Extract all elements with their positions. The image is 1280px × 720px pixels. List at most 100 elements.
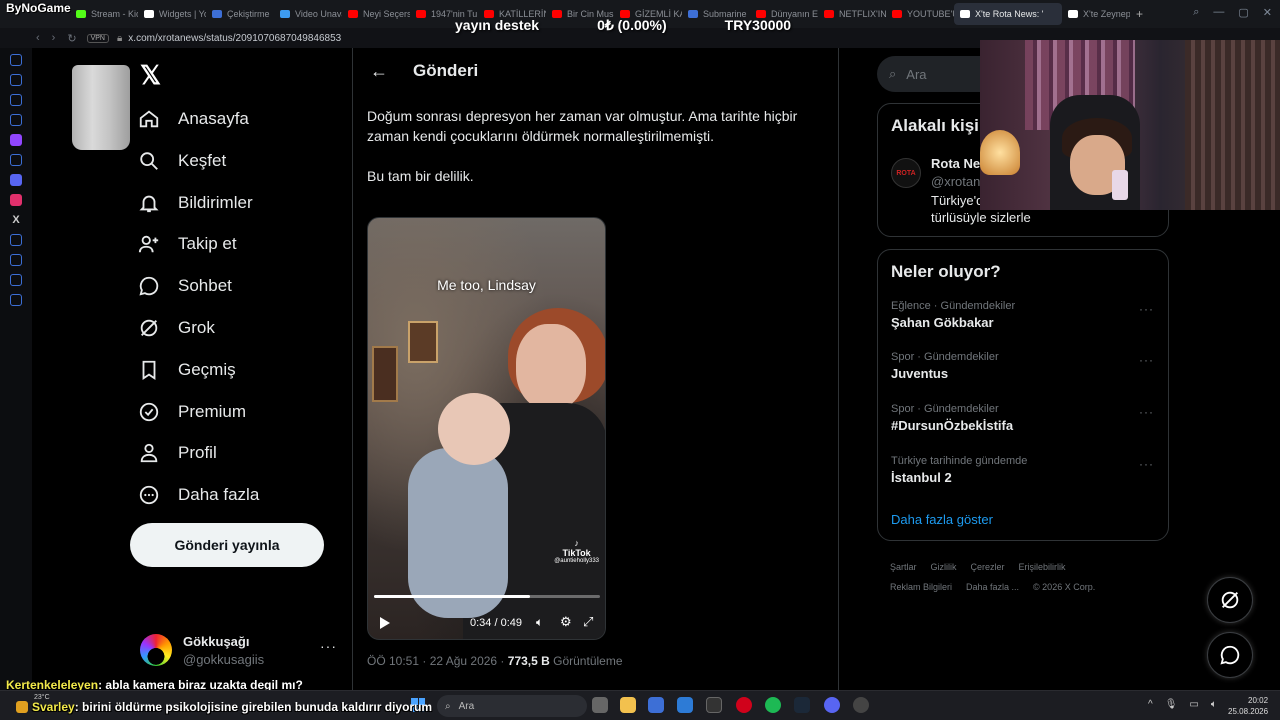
vpn-badge[interactable]: VPN (86, 33, 109, 43)
trend-item[interactable]: Eğlence · Gündemdekiler Şahan Gökbakar ··· (891, 300, 1156, 340)
account-switcher[interactable]: Gökkuşağı @gokkusagiis ··· (140, 632, 340, 672)
mail-icon[interactable] (677, 697, 693, 713)
more-options-icon[interactable]: ··· (1139, 353, 1154, 367)
video-player[interactable]: Me too, Lindsay ♪ TikTok @auntieholly333… (367, 217, 606, 640)
taskbar-clock[interactable]: 20:02 25.08.2026 (1228, 695, 1268, 717)
new-tab-button[interactable]: + (1136, 7, 1143, 21)
history-icon[interactable] (10, 54, 22, 66)
maximize-icon[interactable]: ▢ (1238, 6, 1248, 19)
forward-icon[interactable]: › (52, 32, 56, 45)
settings-gear-icon[interactable]: ⚙ (560, 614, 572, 630)
more-options-icon[interactable]: ··· (1139, 405, 1154, 419)
settings-icon[interactable] (10, 294, 22, 306)
chat-icon[interactable] (10, 274, 22, 286)
volume-icon[interactable]: 🔈︎ (536, 615, 543, 630)
browser-tab[interactable]: Widgets | Yo (138, 3, 206, 25)
reload-icon[interactable]: ↻ (67, 32, 76, 45)
trend-item[interactable]: Spor · Gündemdekiler Juventus ··· (891, 351, 1156, 391)
x-logo-icon[interactable]: 𝕏 (140, 60, 161, 91)
player-icon[interactable] (10, 234, 22, 246)
pinned-app-icon[interactable] (10, 154, 22, 166)
browser-tab[interactable]: Çekiştirme (206, 3, 274, 25)
browser-tab[interactable]: Neyi Seçers (342, 3, 410, 25)
trend-item[interactable]: Spor · Gündemdekiler #DursunÖzbekİstifa ··… (891, 403, 1156, 443)
network-icon[interactable]: ▭ (1189, 699, 1198, 710)
file-explorer-icon[interactable] (620, 697, 636, 713)
grok-fab-button[interactable] (1207, 577, 1253, 623)
post-paragraph: Bu tam bir delilik. (367, 168, 474, 184)
discord-icon[interactable] (10, 174, 22, 186)
more-options-icon[interactable]: ··· (1139, 302, 1154, 316)
video-progress-bar[interactable] (374, 595, 600, 598)
view-label: Görüntüleme (549, 654, 623, 668)
more-options-icon[interactable]: ··· (320, 638, 337, 654)
show-more-link[interactable]: Daha fazla göster (891, 512, 993, 527)
minimize-icon[interactable]: — (1213, 6, 1224, 19)
home-icon (139, 110, 159, 128)
nav-item-label: Daha fazla (178, 485, 260, 504)
avatar[interactable]: ROTA (891, 158, 921, 188)
app-icon[interactable] (648, 697, 664, 713)
instagram-icon[interactable] (10, 194, 22, 206)
back-icon[interactable]: ‹ (36, 32, 40, 45)
nav-item-grok[interactable]: Grok (138, 316, 215, 340)
tab-label: Video Unava (295, 9, 342, 19)
twitch-icon[interactable] (10, 134, 22, 146)
browser-tab[interactable]: YOUTUBE'U (886, 3, 954, 25)
search-tabs-icon[interactable]: ⌕ (1193, 6, 1199, 19)
more-options-icon[interactable]: ··· (1139, 457, 1154, 471)
back-arrow-icon[interactable]: ← (367, 60, 391, 84)
nav-item-geçmiş[interactable]: Geçmiş (138, 358, 236, 382)
nav-item-bildirimler[interactable]: Bildirimler (138, 191, 253, 215)
tiktok-handle: @auntieholly333 (554, 558, 599, 564)
nav-item-label: Geçmiş (178, 360, 236, 379)
chevron-up-icon[interactable]: ^ (1148, 699, 1153, 710)
footer-link[interactable]: Gizlilik (931, 562, 957, 572)
nav-item-profil[interactable]: Profil (138, 441, 217, 465)
browser-tab[interactable]: Stream - Kic (70, 3, 138, 25)
footer-link[interactable]: Reklam Bilgileri (890, 582, 952, 592)
microphone-icon[interactable]: 🎙︎ (1165, 699, 1178, 710)
clock-icon[interactable] (10, 254, 22, 266)
x-app-icon[interactable]: X (10, 214, 22, 226)
task-view-icon[interactable] (592, 697, 608, 713)
footer-link[interactable]: Çerezler (971, 562, 1005, 572)
spotify-icon[interactable] (765, 697, 781, 713)
nav-item-sohbet[interactable]: Sohbet (138, 274, 232, 298)
webcam-cup (1112, 170, 1128, 200)
footer-link[interactable]: Şartlar (890, 562, 917, 572)
browser-tab[interactable]: Video Unava (274, 3, 342, 25)
discord-icon[interactable] (824, 697, 840, 713)
post-button[interactable]: Gönderi yayınla (130, 523, 324, 567)
app-icon[interactable] (853, 697, 869, 713)
post-timestamp[interactable]: ÖÖ 10:51 · 22 Ağu 2026 · (367, 654, 508, 668)
browser-tab[interactable]: X'te Zeynep (1062, 3, 1130, 25)
speaker-icon[interactable]: 🔈︎ (1211, 699, 1217, 710)
opera-icon[interactable] (736, 697, 752, 713)
nav-item-daha-fazla[interactable]: Daha fazla (138, 483, 259, 507)
url-field[interactable]: x.com/xrotanews/status/20910706870498468… (128, 33, 341, 44)
nav-item-anasayfa[interactable]: Anasayfa (138, 107, 249, 131)
app-icon[interactable] (706, 697, 722, 713)
footer-link[interactable]: © 2026 X Corp. (1033, 582, 1095, 592)
close-icon[interactable]: ✕ (1263, 6, 1272, 19)
trend-item[interactable]: Türkiye tarihinde gündemde İstanbul 2 ··· (891, 455, 1156, 495)
nav-item-premium[interactable]: Premium (138, 400, 246, 424)
chat-text: : birini öldürme psikolojisine girebilen… (74, 700, 433, 714)
pinned-app-icon[interactable] (10, 74, 22, 86)
browser-sidebar: X (0, 48, 32, 690)
footer-link[interactable]: Daha fazla ... (966, 582, 1019, 592)
nav-item-keşfet[interactable]: Keşfet (138, 149, 226, 173)
pinned-app-icon[interactable] (10, 94, 22, 106)
nav-item-takip-et[interactable]: Takip et (138, 232, 237, 256)
play-icon[interactable] (380, 617, 390, 629)
steam-icon[interactable] (794, 697, 810, 713)
pinned-app-icon[interactable] (10, 114, 22, 126)
browser-tab[interactable]: NETFLIX'IN (818, 3, 886, 25)
messages-fab-button[interactable] (1207, 632, 1253, 678)
footer-link[interactable]: Erişilebilirlik (1019, 562, 1066, 572)
taskbar-search[interactable]: ⌕ Ara (437, 695, 587, 717)
browser-tab[interactable]: X'te Rota News: ' (954, 3, 1062, 25)
trend-name: Şahan Gökbakar (891, 315, 994, 330)
fullscreen-icon[interactable]: ⤢ (583, 614, 593, 630)
